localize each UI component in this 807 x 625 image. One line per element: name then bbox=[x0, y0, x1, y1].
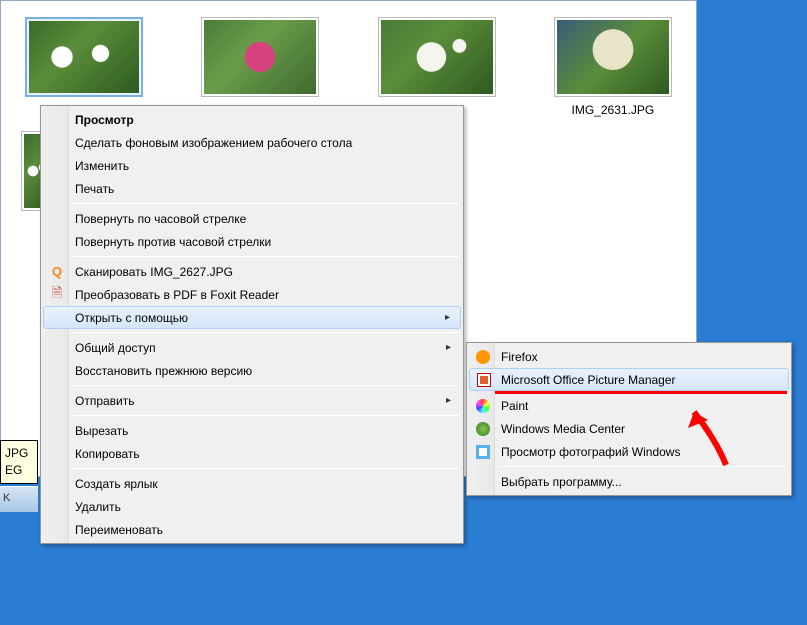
wmc-icon bbox=[475, 421, 491, 437]
menu-copy[interactable]: Копировать bbox=[43, 442, 461, 465]
menu-separator bbox=[73, 415, 459, 416]
menu-preview[interactable]: Просмотр bbox=[43, 108, 461, 131]
menu-separator bbox=[73, 332, 459, 333]
paint-icon bbox=[475, 398, 491, 414]
photo-viewer-icon bbox=[475, 444, 491, 460]
menu-separator bbox=[73, 385, 459, 386]
file-thumb-2[interactable] bbox=[197, 17, 323, 117]
image-preview bbox=[204, 20, 316, 94]
submenu-choose-program[interactable]: Выбрать программу... bbox=[469, 470, 789, 493]
menu-separator bbox=[499, 466, 787, 467]
menu-set-wallpaper[interactable]: Сделать фоновым изображением рабочего ст… bbox=[43, 131, 461, 154]
menu-share[interactable]: Общий доступ bbox=[43, 336, 461, 359]
submenu-paint[interactable]: Paint bbox=[469, 394, 789, 417]
menu-convert-pdf[interactable]: 🗎 Преобразовать в PDF в Foxit Reader bbox=[43, 283, 461, 306]
menu-rotate-cw[interactable]: Повернуть по часовой стрелке bbox=[43, 207, 461, 230]
file-label: IMG_2631.JPG bbox=[572, 103, 655, 117]
taskbar-text: K bbox=[3, 492, 10, 504]
image-preview bbox=[29, 21, 139, 93]
menu-cut[interactable]: Вырезать bbox=[43, 419, 461, 442]
menu-separator bbox=[73, 203, 459, 204]
firefox-icon bbox=[475, 349, 491, 365]
open-with-submenu: Firefox Microsoft Office Picture Manager… bbox=[466, 342, 792, 496]
menu-create-shortcut[interactable]: Создать ярлык bbox=[43, 472, 461, 495]
menu-edit[interactable]: Изменить bbox=[43, 154, 461, 177]
menu-separator bbox=[73, 256, 459, 257]
submenu-windows-photo-viewer[interactable]: Просмотр фотографий Windows bbox=[469, 440, 789, 463]
menu-rename[interactable]: Переименовать bbox=[43, 518, 461, 541]
context-menu: Просмотр Сделать фоновым изображением ра… bbox=[40, 105, 464, 544]
mspm-icon bbox=[476, 372, 492, 388]
submenu-firefox[interactable]: Firefox bbox=[469, 345, 789, 368]
menu-delete[interactable]: Удалить bbox=[43, 495, 461, 518]
tooltip-line: EG bbox=[5, 462, 33, 479]
thumbnail-grid: IMG_2631.JPG bbox=[21, 17, 676, 117]
menu-restore-previous[interactable]: Восстановить прежнюю версию bbox=[43, 359, 461, 382]
image-preview bbox=[557, 20, 669, 94]
menu-send-to[interactable]: Отправить bbox=[43, 389, 461, 412]
taskbar-fragment: K bbox=[0, 486, 38, 512]
menu-separator bbox=[73, 468, 459, 469]
menu-open-with[interactable]: Открыть с помощью bbox=[43, 306, 461, 329]
image-preview bbox=[381, 20, 493, 94]
tooltip-fragment: JPG EG bbox=[0, 440, 38, 484]
file-thumb-1[interactable] bbox=[21, 17, 147, 117]
submenu-wmc[interactable]: Windows Media Center bbox=[469, 417, 789, 440]
menu-print[interactable]: Печать bbox=[43, 177, 461, 200]
file-thumb-3[interactable] bbox=[374, 17, 500, 117]
pdf-icon: 🗎 bbox=[49, 287, 65, 303]
tooltip-line: JPG bbox=[5, 445, 33, 462]
scan-icon: Q bbox=[49, 264, 65, 280]
file-thumb-4[interactable]: IMG_2631.JPG bbox=[550, 17, 676, 117]
submenu-ms-picture-manager[interactable]: Microsoft Office Picture Manager bbox=[469, 368, 789, 391]
menu-scan[interactable]: Q Сканировать IMG_2627.JPG bbox=[43, 260, 461, 283]
menu-rotate-ccw[interactable]: Повернуть против часовой стрелки bbox=[43, 230, 461, 253]
